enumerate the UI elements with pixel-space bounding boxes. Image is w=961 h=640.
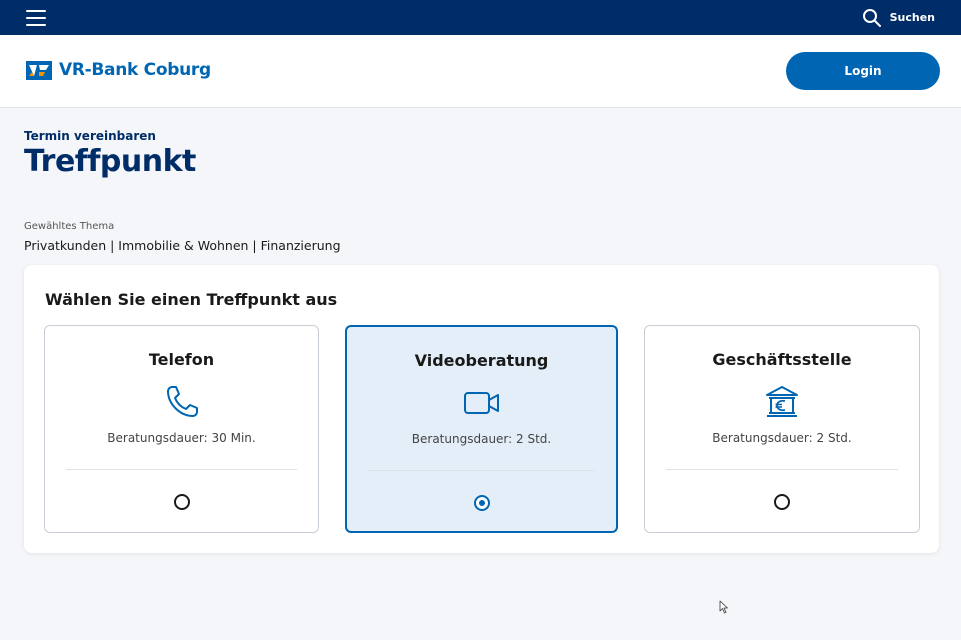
option-card-telefon[interactable]: Telefon Beratungsdauer: 30 Min.	[44, 325, 319, 533]
option-title: Videoberatung	[414, 351, 549, 370]
page-eyebrow: Termin vereinbaren	[24, 129, 156, 143]
brand-logo[interactable]: VR-Bank Coburg	[26, 60, 211, 80]
vr-logo-icon	[26, 60, 52, 80]
option-duration: Beratungsdauer: 2 Std.	[411, 432, 552, 446]
selected-topic-label: Gewähltes Thema	[24, 221, 115, 232]
option-duration: Beratungsdauer: 30 Min.	[107, 431, 256, 445]
option-title: Geschäftsstelle	[712, 350, 852, 369]
mouse-cursor-icon	[719, 600, 728, 614]
radio-geschaeftsstelle[interactable]	[774, 494, 790, 510]
bank-euro-icon	[764, 384, 800, 420]
radio-telefon[interactable]	[173, 494, 190, 510]
search-icon	[862, 8, 881, 27]
divider	[368, 470, 595, 471]
option-card-geschaeftsstelle[interactable]: Geschäftsstelle Beratungsdauer: 2 Std.	[644, 325, 920, 533]
video-camera-icon	[463, 385, 500, 421]
login-button[interactable]: Login	[786, 52, 940, 90]
radio-videoberatung[interactable]	[473, 495, 490, 511]
top-bar: Suchen	[0, 0, 961, 35]
divider	[66, 469, 297, 470]
brand-name: VR-Bank Coburg	[59, 60, 211, 80]
hamburger-menu-icon[interactable]	[26, 9, 46, 26]
page-title: Treffpunkt	[24, 144, 196, 179]
selected-topic-value: Privatkunden | Immobilie & Wohnen | Fina…	[24, 238, 341, 253]
search-label: Suchen	[889, 11, 935, 24]
search-button[interactable]: Suchen	[862, 8, 935, 28]
phone-icon	[164, 384, 200, 420]
option-duration: Beratungsdauer: 2 Std.	[712, 431, 852, 445]
option-card-videoberatung[interactable]: Videoberatung Beratungsdauer: 2 Std.	[345, 325, 618, 533]
option-title: Telefon	[148, 350, 215, 369]
panel-title: Wählen Sie einen Treffpunkt aus	[45, 290, 338, 309]
meeting-point-panel: Wählen Sie einen Treffpunkt aus Telefon …	[24, 265, 939, 553]
site-header: VR-Bank Coburg Login	[0, 35, 961, 108]
divider	[666, 469, 898, 470]
